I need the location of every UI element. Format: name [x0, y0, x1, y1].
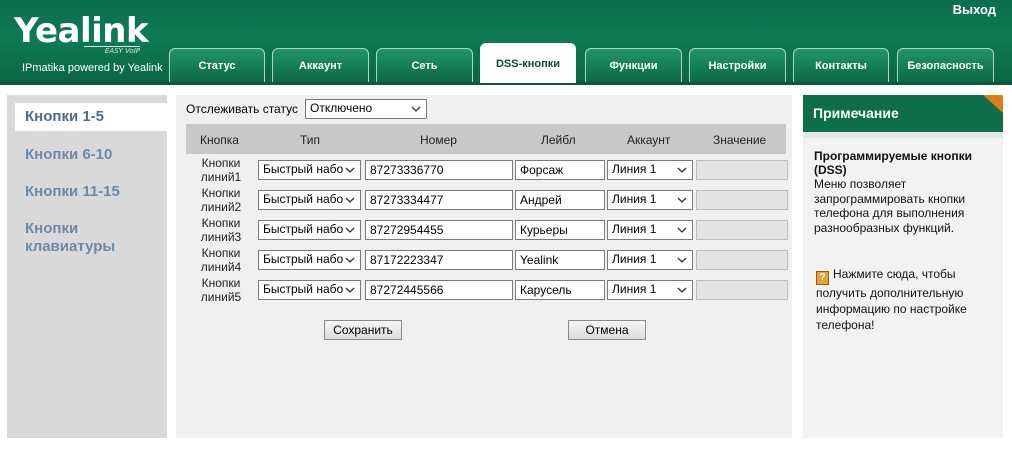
chevron-down-icon	[677, 167, 687, 173]
logo: Yealink	[14, 11, 149, 51]
table-row-key-label: Кнопки линий3	[196, 216, 246, 244]
tab-features[interactable]: Функции	[585, 48, 682, 82]
cancel-button[interactable]: Отмена	[568, 320, 646, 340]
row-type-select[interactable]: Быстрый набо	[258, 220, 361, 240]
row-value-input	[696, 250, 788, 270]
tab-network[interactable]: Сеть	[376, 48, 473, 82]
chevron-down-icon	[345, 257, 355, 263]
table-row-key-label: Кнопки линий5	[196, 276, 246, 304]
row-key-line1: Кнопки	[201, 186, 241, 200]
row-type-value: Быстрый набо	[263, 282, 344, 296]
note-heading: Примечание	[803, 95, 1003, 132]
help-link-text: Нажмите сюда, чтобы получить дополнитель…	[816, 267, 967, 332]
row-number-input[interactable]: 87172223347	[365, 250, 513, 270]
tab-security[interactable]: Безопасность	[897, 48, 994, 82]
row-label-input[interactable]: Андрей	[515, 190, 605, 210]
table-header	[186, 124, 786, 154]
col-header-account: Аккаунт	[627, 133, 671, 147]
row-account-value: Линия 1	[612, 192, 657, 206]
row-label-input[interactable]: Форсаж	[515, 160, 605, 180]
row-type-select[interactable]: Быстрый набо	[258, 190, 361, 210]
row-account-value: Линия 1	[612, 222, 657, 236]
row-key-line2: линий2	[200, 200, 242, 214]
note-text: Меню позволяет запрограммировать кнопки …	[814, 177, 966, 235]
row-number-input[interactable]: 87273336770	[365, 160, 513, 180]
chevron-down-icon	[411, 106, 421, 112]
col-header-value: Значение	[713, 133, 767, 147]
row-account-select[interactable]: Линия 1	[607, 160, 693, 180]
chevron-down-icon	[345, 287, 355, 293]
help-icon: ?	[816, 271, 829, 285]
col-header-key: Кнопка	[200, 133, 239, 147]
chevron-down-icon	[345, 167, 355, 173]
row-type-select[interactable]: Быстрый набо	[258, 250, 361, 270]
chevron-down-icon	[677, 197, 687, 203]
row-account-select[interactable]: Линия 1	[607, 280, 693, 300]
row-key-line1: Кнопки	[201, 216, 241, 230]
row-type-value: Быстрый набо	[263, 222, 344, 236]
row-key-line2: линий1	[200, 170, 242, 184]
row-key-line2: линий3	[200, 230, 242, 244]
row-label-input[interactable]: Карусель	[515, 280, 605, 300]
note-corner-decoration	[983, 95, 1003, 113]
row-label-input[interactable]: Yealink	[515, 250, 605, 270]
chevron-down-icon	[677, 257, 687, 263]
tab-settings[interactable]: Настройки	[689, 48, 786, 82]
table-row-key-label: Кнопки линий2	[196, 186, 246, 214]
row-value-input	[696, 160, 788, 180]
help-link[interactable]: ? Нажмите сюда, чтобы получить дополнител…	[816, 266, 1001, 333]
col-header-label: Лейбл	[541, 133, 576, 147]
sidebar-item-label-line2: клавиатуры	[25, 238, 116, 255]
logo-tagline: EASY VoIP	[84, 46, 140, 55]
row-account-select[interactable]: Линия 1	[607, 190, 693, 210]
row-key-line2: линий5	[200, 290, 242, 304]
row-type-value: Быстрый набо	[263, 192, 344, 206]
chevron-down-icon	[677, 287, 687, 293]
sidebar-item-keys-1-5[interactable]: Кнопки 1-5	[15, 103, 173, 131]
sidebar-item-keys-6-10[interactable]: Кнопки 6-10	[25, 146, 112, 164]
monitor-status-label: Отслеживать статус	[186, 102, 298, 116]
sidebar-item-keys-11-15[interactable]: Кнопки 11-15	[25, 183, 120, 201]
row-type-select[interactable]: Быстрый набо	[258, 160, 361, 180]
row-key-line2: линий4	[200, 260, 242, 274]
monitor-status-select[interactable]: Отключено	[305, 99, 427, 119]
sidebar-item-label-line1: Кнопки	[25, 220, 79, 237]
row-account-value: Линия 1	[612, 282, 657, 296]
row-key-line1: Кнопки	[201, 276, 241, 290]
chevron-down-icon	[345, 227, 355, 233]
row-value-input	[696, 220, 788, 240]
tab-account[interactable]: Аккаунт	[272, 48, 369, 82]
row-number-input[interactable]: 87272954455	[365, 220, 513, 240]
tab-dss-keys[interactable]: DSS-кнопки	[480, 43, 576, 83]
table-row-key-label: Кнопки линий1	[196, 156, 246, 184]
row-account-select[interactable]: Линия 1	[607, 220, 693, 240]
row-account-value: Линия 1	[612, 162, 657, 176]
sidebar-item-keypad-keys[interactable]: Кнопки клавиатуры	[25, 220, 115, 256]
col-header-number: Номер	[420, 133, 457, 147]
row-value-input	[696, 190, 788, 210]
tab-status[interactable]: Статус	[169, 48, 265, 82]
powered-by-text: IPmatika powered by Yealink	[22, 62, 163, 74]
row-key-line1: Кнопки	[201, 246, 241, 260]
chevron-down-icon	[345, 197, 355, 203]
save-button[interactable]: Сохранить	[324, 320, 402, 340]
col-header-type: Тип	[300, 133, 321, 147]
monitor-status-value: Отключено	[310, 101, 373, 115]
logout-link[interactable]: Выход	[953, 2, 996, 17]
row-key-line1: Кнопки	[201, 156, 241, 170]
row-label-input[interactable]: Курьеры	[515, 220, 605, 240]
row-type-value: Быстрый набо	[263, 252, 344, 266]
row-value-input	[696, 280, 788, 300]
row-account-value: Линия 1	[612, 252, 657, 266]
row-type-select[interactable]: Быстрый набо	[258, 280, 361, 300]
row-number-input[interactable]: 87272445566	[365, 280, 513, 300]
chevron-down-icon	[677, 227, 687, 233]
tab-contacts[interactable]: Контакты	[793, 48, 889, 82]
note-title: Программируемые кнопки (DSS)	[814, 149, 972, 177]
row-type-value: Быстрый набо	[263, 162, 344, 176]
row-number-input[interactable]: 87273334477	[365, 190, 513, 210]
table-row-key-label: Кнопки линий4	[196, 246, 246, 274]
row-account-select[interactable]: Линия 1	[607, 250, 693, 270]
